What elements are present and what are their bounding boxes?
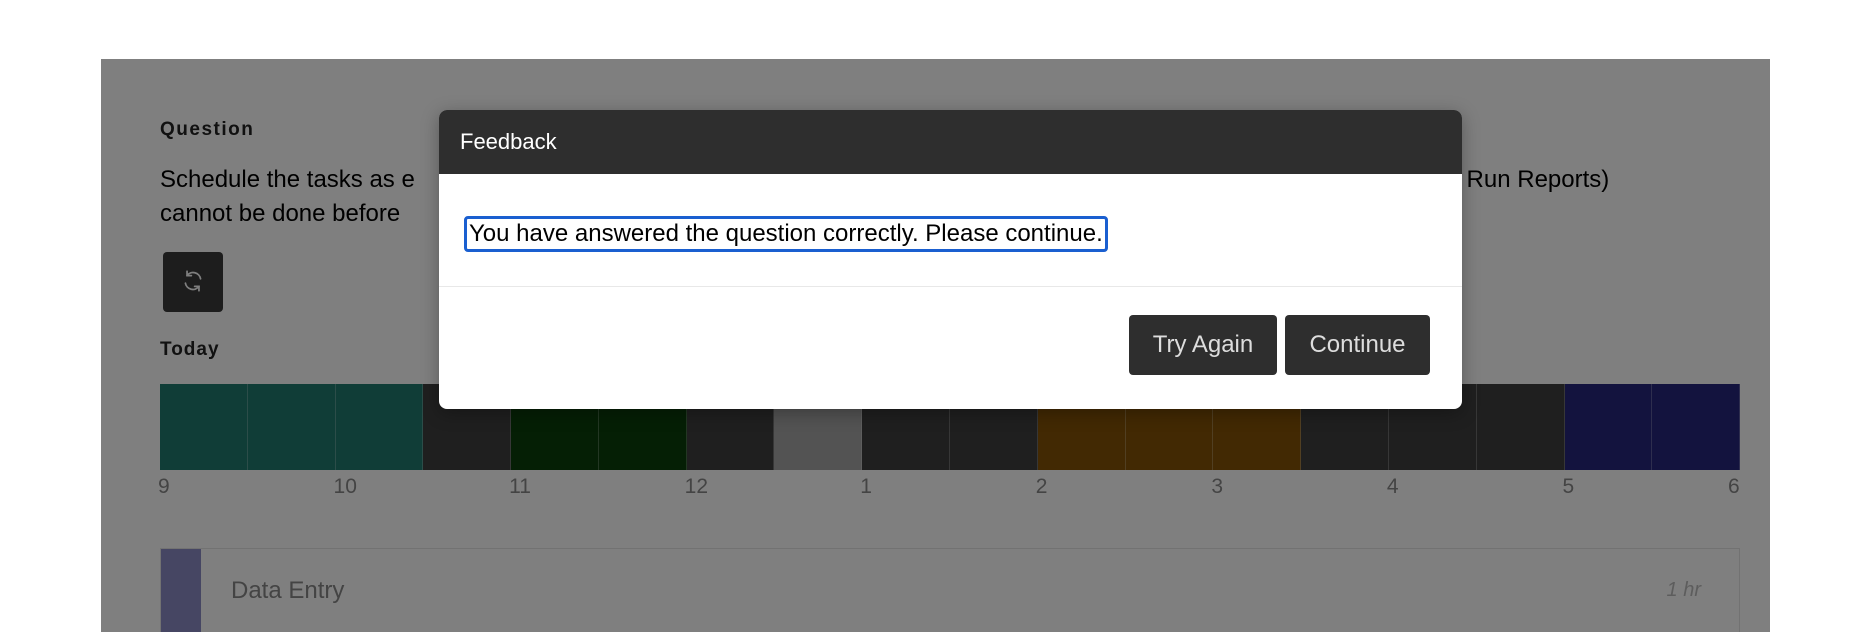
try-again-button[interactable]: Try Again <box>1129 315 1277 375</box>
dialog-body: You have answered the question correctly… <box>439 174 1462 287</box>
dialog-title: Feedback <box>439 110 1462 174</box>
continue-button[interactable]: Continue <box>1285 315 1430 375</box>
feedback-dialog: Feedback You have answered the question … <box>439 110 1462 409</box>
feedback-message: You have answered the question correctly… <box>464 216 1108 252</box>
dialog-footer: Try Again Continue <box>439 287 1462 409</box>
